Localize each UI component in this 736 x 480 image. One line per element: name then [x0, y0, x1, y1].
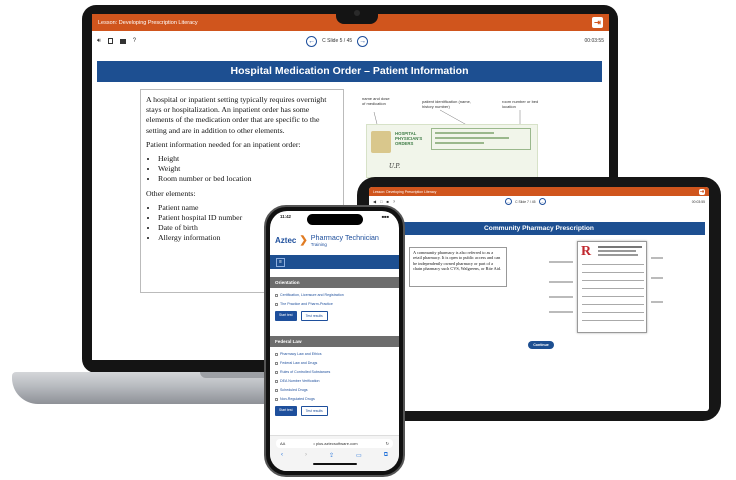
- print-icon[interactable]: [119, 38, 126, 44]
- logo-chevron-icon: ❯: [299, 234, 308, 246]
- speaker-icon[interactable]: ◀: [373, 199, 376, 204]
- browser-bar: AA • plus.aztecsoftware.com ↻ ‹ › ⇪ ▭ ⧉: [270, 435, 399, 471]
- prev-slide-button[interactable]: ←: [306, 35, 318, 47]
- next-slide-button[interactable]: →: [357, 35, 369, 47]
- intro-text: A hospital or inpatient setting typicall…: [146, 95, 327, 135]
- prescription-pad: R: [577, 241, 647, 333]
- browser-toolbar: ‹ › ⇪ ▭ ⧉: [270, 452, 399, 459]
- brand-logo: Aztec: [275, 235, 297, 245]
- nav-bar: ≡: [270, 255, 399, 269]
- menu-icon[interactable]: ≡: [276, 257, 285, 267]
- tabs-icon[interactable]: ⧉: [384, 452, 388, 459]
- signature: U.P.: [389, 163, 401, 170]
- form-title: HOSPITAL PHYSICIAN'S ORDERS: [395, 131, 423, 146]
- notes-icon[interactable]: [107, 38, 113, 44]
- list-item: Weight: [158, 164, 338, 174]
- list-item[interactable]: Rules of Controlled Substances: [270, 368, 399, 377]
- next-slide-button[interactable]: →: [538, 198, 546, 205]
- patient-info-heading: Patient information needed for an inpati…: [146, 139, 301, 149]
- prescription-figure: R: [549, 241, 663, 337]
- test-results-button[interactable]: Test results: [300, 311, 328, 321]
- lesson-title: Lesson: Developing Prescription Literacy: [98, 19, 198, 26]
- slide-body: A community pharmacy is also referred to…: [409, 247, 507, 287]
- forward-icon[interactable]: ›: [305, 452, 307, 459]
- url-text: • plus.aztecsoftware.com: [313, 441, 358, 446]
- slide-title: Hospital Medication Order – Patient Info…: [97, 61, 602, 82]
- exit-icon[interactable]: ⇥: [699, 188, 705, 195]
- prev-slide-button[interactable]: ←: [505, 198, 513, 205]
- list-item[interactable]: Pharmacy Law and Ethics: [270, 350, 399, 359]
- slide-title: Community Pharmacy Prescription: [373, 222, 705, 235]
- print-icon[interactable]: ■: [387, 199, 389, 204]
- camera-icon: [354, 10, 360, 16]
- list-item[interactable]: Non-Regulated Drugs: [270, 395, 399, 404]
- status-time: 11:42: [280, 214, 291, 219]
- list-item[interactable]: The Practice and Pharm-Practice: [270, 300, 399, 309]
- exit-icon[interactable]: ⇥: [592, 17, 603, 28]
- test-results-button[interactable]: Test results: [300, 406, 328, 416]
- app-title: Pharmacy Technician: [310, 233, 379, 242]
- notes-icon[interactable]: □: [380, 199, 382, 204]
- timer: 00:03:55: [691, 199, 705, 204]
- tablet-screen: Lesson: Developing Prescription Literacy…: [369, 187, 709, 411]
- order-form-figure: name and dose of medication patient iden…: [362, 96, 542, 186]
- timer: 00:03:55: [584, 38, 604, 44]
- bookmarks-icon[interactable]: ▭: [356, 452, 362, 459]
- order-form: HOSPITAL PHYSICIAN'S ORDERS U.P.: [366, 124, 538, 178]
- list-item: Height: [158, 154, 338, 164]
- patient-info-list: Height Weight Room number or bed locatio…: [158, 154, 338, 185]
- home-indicator: [312, 463, 357, 465]
- patient-id-box: [431, 128, 531, 150]
- back-icon[interactable]: ‹: [281, 452, 283, 459]
- section-federal-law: Federal Law: [270, 336, 399, 347]
- list-item[interactable]: Scheduled Drugs: [270, 386, 399, 395]
- list-item[interactable]: Certification, Licensure and Registratio…: [270, 291, 399, 300]
- slide-counter: C Slide 7 / 45: [515, 199, 536, 204]
- address-bar[interactable]: AA • plus.aztecsoftware.com ↻: [276, 439, 393, 448]
- other-heading: Other elements:: [146, 188, 196, 198]
- toolbar: 🔊︎ ? ← C Slide 5 / 45 → 00:03:55: [92, 31, 609, 51]
- toolbar: ◀ □ ■ ? ← C Slide 7 / 45 → 00:03:55: [369, 196, 709, 207]
- share-icon[interactable]: ⇪: [329, 452, 334, 459]
- app-subtitle: Training: [310, 242, 327, 247]
- text-size-button[interactable]: AA: [280, 441, 285, 446]
- list-item[interactable]: DEA Number Verification: [270, 377, 399, 386]
- lesson-title: Lesson: Developing Prescription Literacy: [373, 189, 437, 194]
- continue-button[interactable]: Continue: [528, 341, 554, 349]
- list-item: Room number or bed location: [158, 174, 338, 184]
- section-orientation: Orientation: [270, 277, 399, 288]
- help-icon[interactable]: ?: [133, 38, 136, 44]
- caduceus-icon: [371, 131, 391, 153]
- slide-counter: C Slide 5 / 45: [322, 38, 353, 44]
- phone-screen: 11:42 ■■■ Aztec ❯ Pharmacy Technician Tr…: [270, 211, 399, 471]
- speaker-icon[interactable]: 🔊︎: [97, 38, 101, 45]
- app-header: Aztec ❯ Pharmacy Technician Training: [270, 225, 399, 255]
- start-test-button[interactable]: Start test: [275, 406, 297, 416]
- rx-icon: R: [581, 244, 592, 259]
- lesson-bar: Lesson: Developing Prescription Literacy…: [369, 187, 709, 196]
- signal-icon: ■■■: [381, 214, 389, 219]
- start-test-button[interactable]: Start test: [275, 311, 297, 321]
- help-icon[interactable]: ?: [393, 199, 395, 204]
- dynamic-island: [307, 214, 363, 225]
- reload-icon[interactable]: ↻: [386, 441, 389, 446]
- list-item[interactable]: Federal Law and Drugs: [270, 359, 399, 368]
